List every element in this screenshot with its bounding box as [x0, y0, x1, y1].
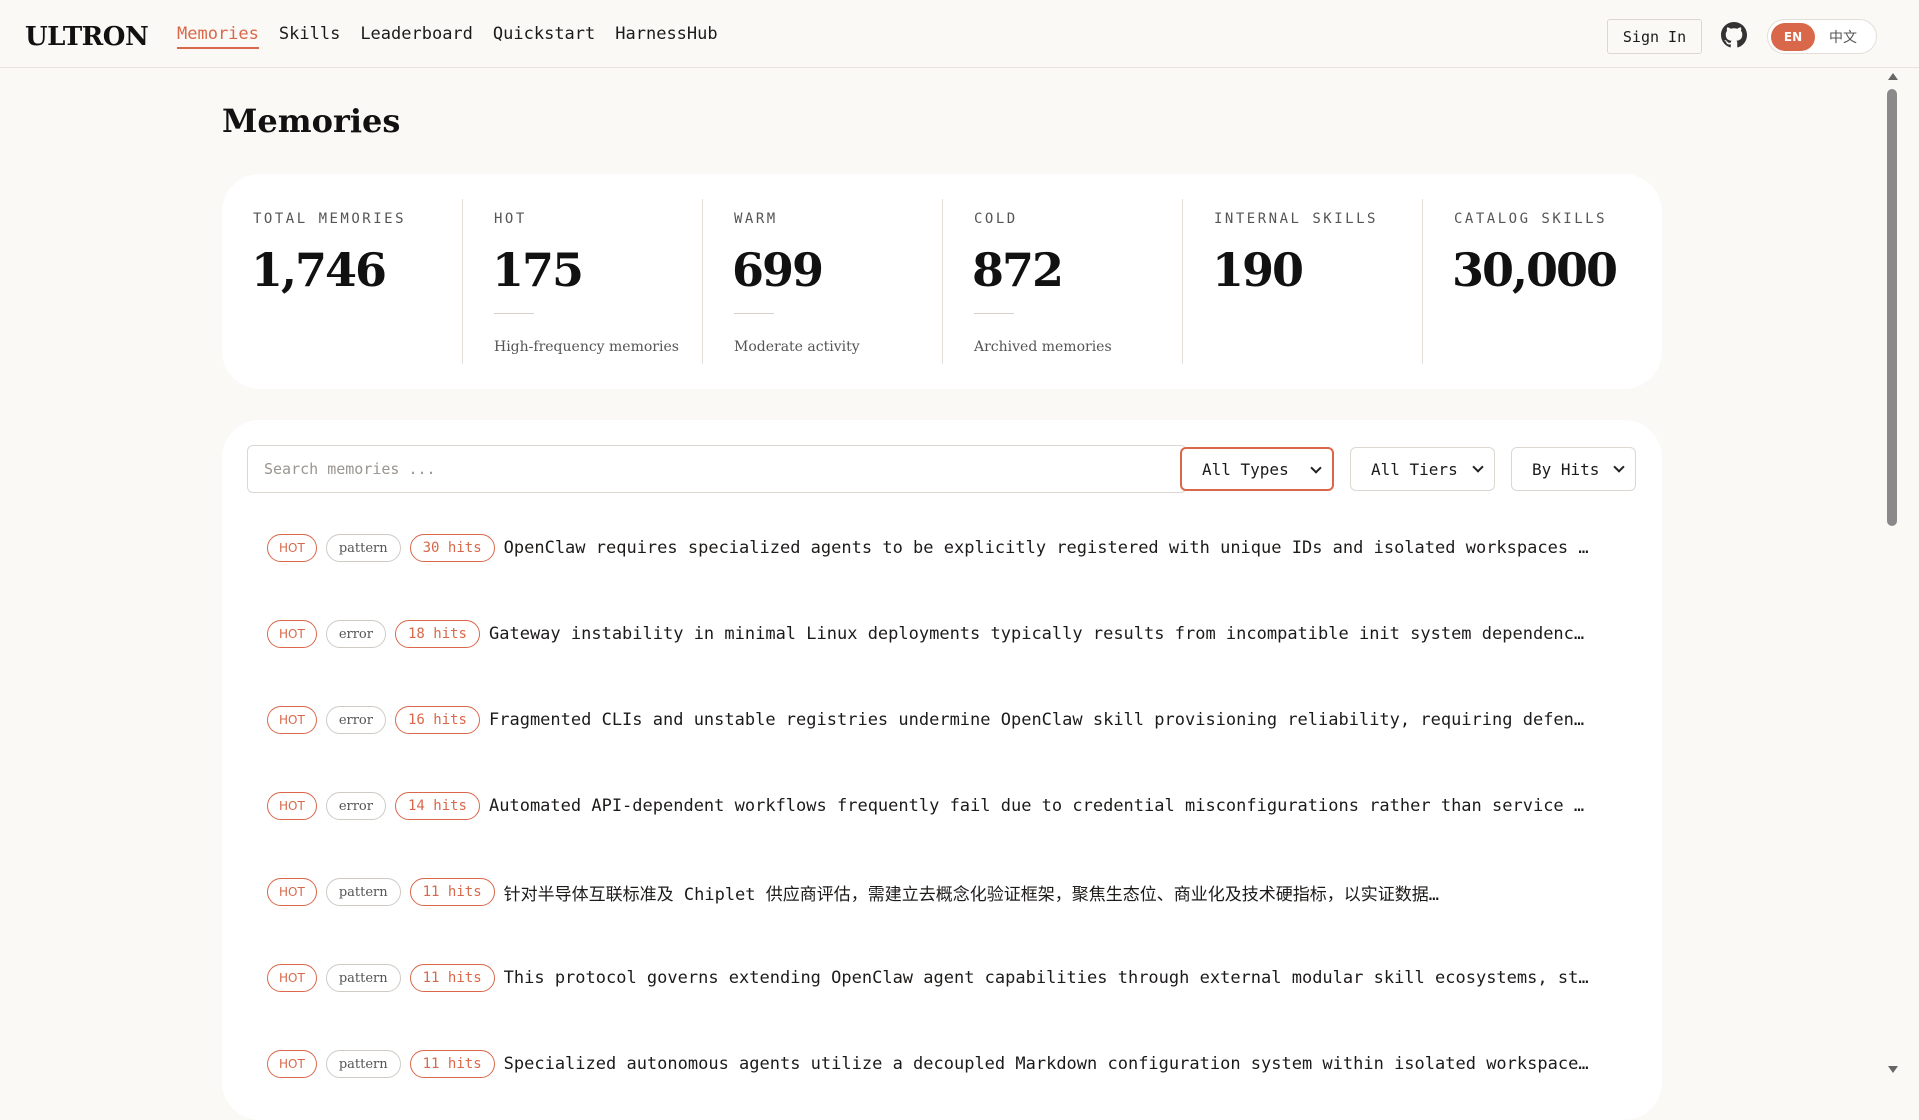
- tier-badge: HOT: [267, 706, 317, 734]
- stat-value: 699: [732, 243, 824, 297]
- memory-text[interactable]: Fragmented CLIs and unstable registries …: [489, 710, 1589, 730]
- stat-total-memories: TOTAL MEMORIES 1,746: [222, 199, 462, 364]
- memory-row[interactable]: HOT error 14 hits Automated API-dependen…: [267, 792, 1589, 820]
- hits-badge: 18 hits: [394, 620, 480, 648]
- main-nav: Memories Skills Leaderboard Quickstart H…: [177, 24, 718, 49]
- memory-row[interactable]: HOT error 18 hits Gateway instability in…: [267, 620, 1589, 648]
- tier-filter-select[interactable]: All Tiers: [1350, 447, 1495, 491]
- hits-badge: 14 hits: [394, 792, 480, 820]
- stat-value: 872: [972, 243, 1064, 297]
- tier-badge: HOT: [267, 878, 317, 906]
- nav-harnesshub[interactable]: HarnessHub: [615, 24, 717, 49]
- chevron-down-icon: [1472, 461, 1484, 473]
- sort-select[interactable]: By Hits: [1511, 447, 1636, 491]
- stat-label: COLD: [974, 211, 1018, 227]
- sort-value: By Hits: [1532, 459, 1600, 479]
- type-badge: pattern: [325, 878, 401, 906]
- tier-badge: HOT: [267, 1050, 317, 1078]
- type-filter-select[interactable]: All Types: [1180, 447, 1334, 491]
- memory-list-panel: Search memories ... All Types All Tiers …: [222, 420, 1662, 1120]
- chevron-down-icon: [1613, 461, 1625, 473]
- stat-value: 1,746: [251, 243, 387, 297]
- tier-badge: HOT: [267, 534, 317, 562]
- memory-row[interactable]: HOT pattern 11 hits This protocol govern…: [267, 964, 1594, 992]
- stat-catalog-skills: CATALOG SKILLS 30,000: [1422, 199, 1662, 364]
- stat-value: 30,000: [1452, 243, 1618, 297]
- nav-memories[interactable]: Memories: [177, 24, 259, 49]
- page-title: Memories: [222, 102, 401, 140]
- stats-panel: TOTAL MEMORIES 1,746 HOT 175 High-freque…: [222, 174, 1662, 389]
- lang-en-button[interactable]: EN: [1771, 22, 1815, 51]
- stat-label: TOTAL MEMORIES: [253, 211, 407, 227]
- stat-cold: COLD 872 Archived memories: [942, 199, 1182, 364]
- tier-filter-value: All Tiers: [1371, 459, 1458, 479]
- memory-row[interactable]: HOT pattern 11 hits Specialized autonomo…: [267, 1050, 1594, 1078]
- divider: [734, 313, 774, 314]
- logo[interactable]: ULTRON: [25, 22, 149, 52]
- hits-badge: 11 hits: [409, 878, 495, 906]
- divider: [494, 313, 534, 314]
- memory-row[interactable]: HOT pattern 30 hits OpenClaw requires sp…: [267, 534, 1594, 562]
- stat-label: CATALOG SKILLS: [1454, 211, 1608, 227]
- memory-text[interactable]: Gateway instability in minimal Linux dep…: [489, 624, 1589, 644]
- nav-leaderboard[interactable]: Leaderboard: [360, 24, 473, 49]
- chevron-down-icon: [1310, 462, 1322, 474]
- memory-row[interactable]: HOT error 16 hits Fragmented CLIs and un…: [267, 706, 1589, 734]
- stat-label: INTERNAL SKILLS: [1214, 211, 1378, 227]
- stat-label: HOT: [494, 211, 527, 227]
- nav-skills[interactable]: Skills: [279, 24, 340, 49]
- type-badge: pattern: [325, 534, 401, 562]
- type-badge: error: [325, 620, 386, 648]
- search-input[interactable]: Search memories ...: [247, 445, 1187, 493]
- hits-badge: 16 hits: [394, 706, 480, 734]
- github-icon[interactable]: [1721, 22, 1747, 48]
- memory-text[interactable]: Automated API-dependent workflows freque…: [489, 796, 1589, 816]
- type-badge: pattern: [325, 964, 401, 992]
- stat-internal-skills: INTERNAL SKILLS 190: [1182, 199, 1422, 364]
- stat-description: Archived memories: [974, 339, 1112, 355]
- memory-text[interactable]: OpenClaw requires specialized agents to …: [504, 538, 1594, 558]
- scroll-down-arrow-icon[interactable]: [1888, 1066, 1898, 1073]
- tier-badge: HOT: [267, 620, 317, 648]
- stat-warm: WARM 699 Moderate activity: [702, 199, 942, 364]
- stat-hot: HOT 175 High-frequency memories: [462, 199, 702, 364]
- language-toggle: EN 中文: [1767, 19, 1877, 54]
- sign-in-button[interactable]: Sign In: [1607, 19, 1702, 54]
- stat-description: Moderate activity: [734, 339, 860, 355]
- memory-text[interactable]: 针对半导体互联标准及 Chiplet 供应商评估，需建立去概念化验证框架，聚焦生…: [504, 880, 1439, 905]
- tier-badge: HOT: [267, 792, 317, 820]
- scroll-up-arrow-icon[interactable]: [1888, 73, 1898, 80]
- divider: [974, 313, 1014, 314]
- memory-text[interactable]: Specialized autonomous agents utilize a …: [504, 1054, 1594, 1074]
- hits-badge: 11 hits: [409, 1050, 495, 1078]
- type-badge: error: [325, 792, 386, 820]
- top-bar: ULTRON Memories Skills Leaderboard Quick…: [0, 0, 1919, 68]
- stat-value: 175: [492, 243, 584, 297]
- stat-label: WARM: [734, 211, 778, 227]
- scrollbar-thumb[interactable]: [1887, 89, 1897, 526]
- nav-quickstart[interactable]: Quickstart: [493, 24, 595, 49]
- type-badge: pattern: [325, 1050, 401, 1078]
- lang-zh-button[interactable]: 中文: [1815, 27, 1871, 47]
- stat-description: High-frequency memories: [494, 339, 679, 355]
- type-filter-value: All Types: [1202, 459, 1289, 479]
- type-badge: error: [325, 706, 386, 734]
- stat-value: 190: [1212, 243, 1304, 297]
- memory-row[interactable]: HOT pattern 11 hits 针对半导体互联标准及 Chiplet 供…: [267, 878, 1439, 906]
- tier-badge: HOT: [267, 964, 317, 992]
- page-scrollbar[interactable]: [1885, 69, 1899, 1079]
- hits-badge: 30 hits: [409, 534, 495, 562]
- memory-text[interactable]: This protocol governs extending OpenClaw…: [504, 968, 1594, 988]
- hits-badge: 11 hits: [409, 964, 495, 992]
